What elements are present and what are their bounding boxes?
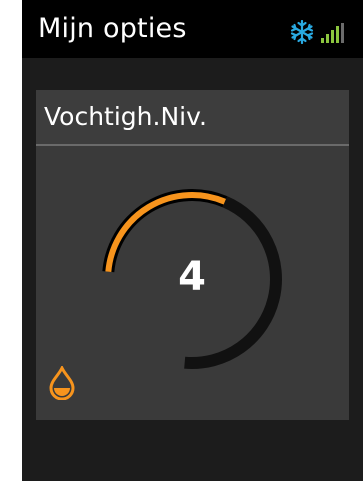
setting-title-bar: Vochtigh.Niv. [36,90,349,146]
snowflake-icon [290,20,314,44]
signal-strength-icon [321,23,344,43]
humidity-level-gauge[interactable]: 4 [92,176,292,396]
device-screen: Mijn opties Vochtigh.Niv. 4 [22,0,363,481]
setting-title: Vochtigh.Niv. [44,102,207,131]
water-drop-icon [49,366,75,400]
gauge-level-arc [102,189,228,273]
page-title: Mijn opties [38,13,187,44]
status-header: Mijn opties [22,0,363,58]
humidity-level-value: 4 [178,254,206,300]
humidity-setting-card[interactable]: Vochtigh.Niv. 4 [36,90,349,420]
